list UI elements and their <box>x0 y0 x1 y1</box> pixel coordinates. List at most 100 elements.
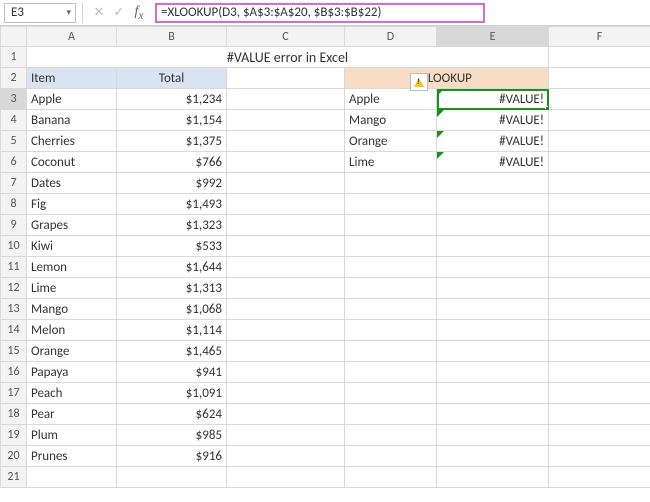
cell[interactable] <box>437 425 549 446</box>
spreadsheet-grid[interactable]: A B C D E F 1 #VALUE error in Excel 2 It… <box>0 26 650 488</box>
row-header[interactable]: 17 <box>1 383 27 404</box>
cell[interactable] <box>437 467 549 488</box>
cell[interactable] <box>227 320 345 341</box>
cell-lookup-result[interactable]: #VALUE! <box>437 110 549 131</box>
cell-item[interactable]: Melon <box>27 320 117 341</box>
cell[interactable] <box>549 236 650 257</box>
header-item[interactable]: Item <box>27 68 117 89</box>
cell[interactable] <box>345 383 437 404</box>
cell[interactable] <box>345 194 437 215</box>
cell[interactable] <box>227 425 345 446</box>
col-header-E[interactable]: E <box>437 27 549 47</box>
cell[interactable] <box>437 320 549 341</box>
cell[interactable] <box>549 89 650 110</box>
cell[interactable] <box>345 446 437 467</box>
cell[interactable] <box>549 131 650 152</box>
cell[interactable] <box>227 236 345 257</box>
cell-lookup-key[interactable]: Lime <box>345 152 437 173</box>
cell-total[interactable]: $624 <box>117 404 227 425</box>
cell[interactable] <box>227 257 345 278</box>
cell[interactable] <box>437 236 549 257</box>
cell-item[interactable]: Peach <box>27 383 117 404</box>
cell[interactable] <box>437 362 549 383</box>
cell-lookup-key[interactable]: Orange <box>345 131 437 152</box>
cell[interactable] <box>437 194 549 215</box>
cell-item[interactable]: Dates <box>27 173 117 194</box>
cell[interactable] <box>549 446 650 467</box>
cell[interactable] <box>437 383 549 404</box>
row-header[interactable]: 15 <box>1 341 27 362</box>
cell-item[interactable]: Fig <box>27 194 117 215</box>
cell[interactable] <box>227 152 345 173</box>
cell[interactable] <box>437 215 549 236</box>
fx-icon[interactable]: fx <box>131 4 147 22</box>
cell-total[interactable]: $1,323 <box>117 215 227 236</box>
cell[interactable] <box>345 425 437 446</box>
cell[interactable] <box>227 131 345 152</box>
cell-lookup-result-active[interactable]: #VALUE! <box>437 89 549 110</box>
cell[interactable] <box>227 467 345 488</box>
cell-lookup-key[interactable]: Mango <box>345 110 437 131</box>
formula-input[interactable]: =XLOOKUP(D3, $A$3:$A$20, $B$3:$B$22) <box>155 3 485 23</box>
cell[interactable] <box>227 278 345 299</box>
cell[interactable] <box>227 173 345 194</box>
cell[interactable] <box>345 215 437 236</box>
cell-item[interactable]: Lime <box>27 278 117 299</box>
col-header-D[interactable]: D <box>345 27 437 47</box>
row-header[interactable]: 13 <box>1 299 27 320</box>
row-header[interactable]: 20 <box>1 446 27 467</box>
cell[interactable] <box>227 299 345 320</box>
row-header[interactable]: 1 <box>1 47 27 68</box>
cell[interactable] <box>549 173 650 194</box>
cell-total[interactable]: $941 <box>117 362 227 383</box>
chevron-down-icon[interactable]: ▾ <box>66 7 71 18</box>
cell-total[interactable]: $1,234 <box>117 89 227 110</box>
cell-total[interactable]: $916 <box>117 446 227 467</box>
cell[interactable] <box>345 236 437 257</box>
row-header[interactable]: 4 <box>1 110 27 131</box>
cell[interactable] <box>549 383 650 404</box>
row-header[interactable]: 14 <box>1 320 27 341</box>
cell-item[interactable]: Grapes <box>27 215 117 236</box>
cell-total[interactable]: $1,644 <box>117 257 227 278</box>
cell-total[interactable]: $1,114 <box>117 320 227 341</box>
cell[interactable] <box>437 278 549 299</box>
row-header[interactable]: 18 <box>1 404 27 425</box>
cell-total[interactable]: $985 <box>117 425 227 446</box>
cell-item[interactable]: Coconut <box>27 152 117 173</box>
cell[interactable] <box>345 341 437 362</box>
cell[interactable] <box>549 110 650 131</box>
cell[interactable] <box>345 467 437 488</box>
row-header[interactable]: 6 <box>1 152 27 173</box>
cell[interactable] <box>345 320 437 341</box>
cell[interactable] <box>549 257 650 278</box>
col-header-F[interactable]: F <box>549 27 650 47</box>
row-header[interactable]: 9 <box>1 215 27 236</box>
cell-total[interactable]: $1,493 <box>117 194 227 215</box>
col-header-C[interactable]: C <box>227 27 345 47</box>
row-header[interactable]: 5 <box>1 131 27 152</box>
cell[interactable] <box>549 47 650 68</box>
cell-lookup-key[interactable]: Apple <box>345 89 437 110</box>
cell[interactable] <box>549 362 650 383</box>
cell-total[interactable]: $1,154 <box>117 110 227 131</box>
row-header[interactable]: 8 <box>1 194 27 215</box>
cell-item[interactable]: Mango <box>27 299 117 320</box>
cell[interactable] <box>549 467 650 488</box>
cell-item[interactable]: Apple <box>27 89 117 110</box>
cell[interactable] <box>227 215 345 236</box>
row-header[interactable]: 16 <box>1 362 27 383</box>
cell[interactable] <box>549 68 650 89</box>
cell-item[interactable]: Pear <box>27 404 117 425</box>
cell[interactable] <box>345 173 437 194</box>
cell-total[interactable]: $1,313 <box>117 278 227 299</box>
row-header[interactable]: 2 <box>1 68 27 89</box>
cell[interactable] <box>345 278 437 299</box>
cell[interactable] <box>117 467 227 488</box>
cell-total[interactable]: $1,068 <box>117 299 227 320</box>
cell[interactable] <box>549 299 650 320</box>
error-warning-icon[interactable] <box>410 73 428 91</box>
cell[interactable] <box>27 467 117 488</box>
row-header[interactable]: 19 <box>1 425 27 446</box>
row-header[interactable]: 10 <box>1 236 27 257</box>
